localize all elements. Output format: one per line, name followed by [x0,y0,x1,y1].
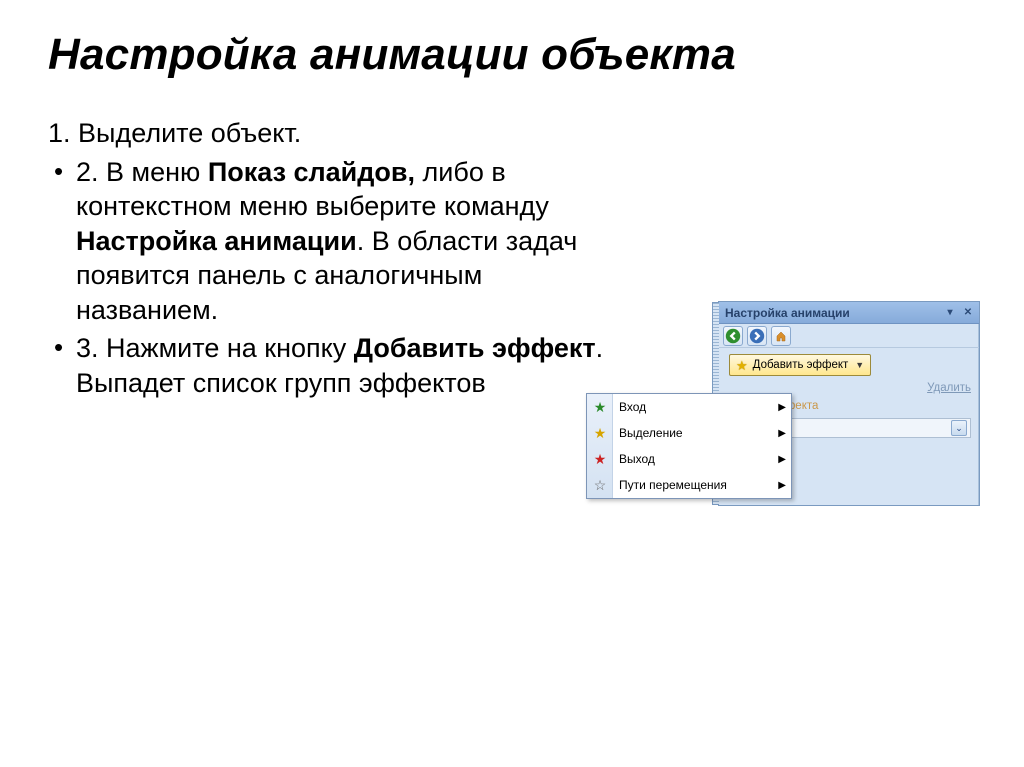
popup-item-motion-paths[interactable]: ☆ Пути перемещения ▶ [587,472,791,498]
emphasis-star-icon: ★ [592,425,608,441]
nav-back-icon[interactable] [723,326,743,346]
step-2-b: Показ слайдов, [208,157,415,187]
effect-popup-menu: ★ Вход ▶ ★ Выделение ▶ ★ Выход ▶ ☆ Пути … [586,393,792,499]
text-column: 1. Выделите объект. 2. В меню Показ слай… [48,116,628,404]
popup-item-label: Выделение [619,426,683,440]
pane-nav [719,324,979,348]
entrance-star-icon: ★ [592,399,608,415]
exit-star-icon: ★ [592,451,608,467]
chevron-right-icon: ▶ [778,402,786,413]
chevron-down-icon: ⌄ [951,420,967,436]
close-icon[interactable]: ✕ [961,306,975,320]
pane-title: Настройка анимации [725,306,850,320]
nav-forward-icon[interactable] [747,326,767,346]
step-2: 2. В меню Показ слайдов, либо в контекст… [48,155,628,328]
popup-item-exit[interactable]: ★ Выход ▶ [587,446,791,472]
remove-link[interactable]: Удалить [927,382,971,394]
step-3-a: Нажмите на кнопку [106,333,354,363]
popup-item-label: Выход [619,452,655,466]
motion-path-star-icon: ☆ [592,477,608,493]
add-effect-label: Добавить эффект [753,359,849,371]
step-2-a: В меню [106,157,208,187]
popup-item-entrance[interactable]: ★ Вход ▶ [587,394,791,420]
nav-home-icon[interactable] [771,326,791,346]
add-effect-button[interactable]: ★ Добавить эффект ▼ [729,354,871,376]
popup-item-label: Пути перемещения [619,478,727,492]
step-3-num: 3. [76,333,99,363]
chevron-right-icon: ▶ [778,454,786,465]
step-3: 3. Нажмите на кнопку Добавить эффект. Вы… [48,331,628,400]
step-1-num: 1. [48,118,71,148]
star-icon: ★ [736,359,748,372]
pane-header: Настройка анимации ▾ ✕ [719,302,979,324]
chevron-right-icon: ▶ [778,428,786,439]
embedded-screenshot: Настройка анимации ▾ ✕ ★ Добавить эффект… [586,301,1016,521]
step-1: 1. Выделите объект. [48,116,628,151]
pane-menu-dropdown-icon[interactable]: ▾ [943,306,957,320]
chevron-right-icon: ▶ [778,480,786,491]
step-2-d: Настройка анимации [76,226,357,256]
step-2-num: 2. [76,157,99,187]
chevron-down-icon: ▼ [855,360,864,370]
slide-title: Настройка анимации объекта [48,30,984,80]
popup-item-emphasis[interactable]: ★ Выделение ▶ [587,420,791,446]
step-1-text: Выделите объект. [78,118,301,148]
step-3-b: Добавить эффект [354,333,596,363]
popup-item-label: Вход [619,400,646,414]
